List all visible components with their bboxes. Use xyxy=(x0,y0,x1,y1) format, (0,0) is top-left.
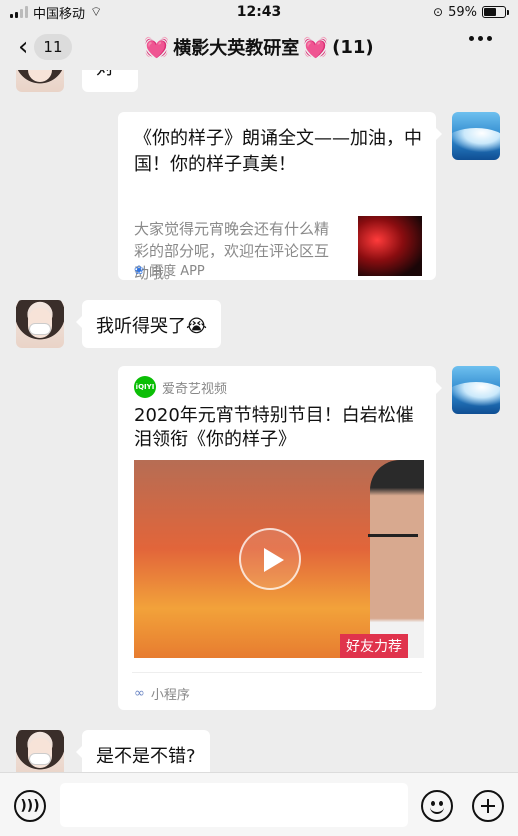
mini-program-card[interactable]: iQIYI 爱奇艺视频 2020年元宵节特别节目！白岩松催泪领衔《你的样子》 好… xyxy=(118,366,442,710)
battery-percent: 59% xyxy=(448,4,477,20)
emoji-icon[interactable] xyxy=(421,790,453,822)
baidu-paw-icon: ❀ xyxy=(134,262,145,277)
message-text: 对 xyxy=(96,70,114,79)
mini-program-label: ∞ 小程序 xyxy=(134,684,190,703)
message-text: 我听得哭了😭 xyxy=(96,316,208,337)
orientation-lock-icon: ⊙ xyxy=(433,5,444,19)
app-name: 爱奇艺视频 xyxy=(162,381,228,397)
clock: 12:43 xyxy=(236,4,282,20)
video-glasses xyxy=(368,534,418,542)
unread-count-badge: 11 xyxy=(34,34,72,60)
chat-header: ‹ 11 💓 横影大英教研室 💓 (11) xyxy=(0,24,518,70)
group-name: 横影大英教研室 xyxy=(173,38,300,59)
heart-icon: 💓 xyxy=(303,35,329,59)
card-title: 《你的样子》朗诵全文——加油，中国！你的样子真美！ xyxy=(134,128,422,175)
carrier-label: 中国移动 xyxy=(33,6,86,22)
chat-title: 💓 横影大英教研室 💓 (11) xyxy=(144,34,373,60)
app-source: iQIYI 爱奇艺视频 xyxy=(134,376,227,398)
battery-icon xyxy=(482,6,509,18)
footer-label: 小程序 xyxy=(150,688,190,703)
status-left: 中国移动 ⌔ xyxy=(10,3,102,22)
heart-icon: 💓 xyxy=(144,35,170,59)
divider xyxy=(132,672,422,673)
link-card[interactable]: 《你的样子》朗诵全文——加油，中国！你的样子真美！ 大家觉得元宵晚会还有什么精彩… xyxy=(118,112,442,282)
status-bar: 中国移动 ⌔ 12:43 ⊙ 59% xyxy=(0,0,518,24)
more-options-icon[interactable] xyxy=(469,36,492,41)
voice-input-icon[interactable]: ))) xyxy=(14,790,46,822)
card-thumbnail xyxy=(358,216,422,276)
add-more-icon[interactable] xyxy=(472,790,504,822)
avatar[interactable] xyxy=(452,366,500,414)
message-list[interactable]: 对 《你的样子》朗诵全文——加油，中国！你的样子真美！ 大家觉得元宵晚会还有什么… xyxy=(0,70,518,772)
card-source: ❀ 百度 APP xyxy=(134,260,205,280)
recommend-badge: 好友力荐 xyxy=(340,634,408,658)
chevron-left-icon: ‹ xyxy=(18,32,29,62)
avatar[interactable] xyxy=(16,730,64,772)
avatar[interactable] xyxy=(452,112,500,160)
message-bubble[interactable]: 是不是不错? xyxy=(76,730,210,772)
card-title: 2020年元宵节特别节目！白岩松催泪领衔《你的样子》 xyxy=(134,405,414,450)
iqiyi-logo-icon: iQIYI xyxy=(134,376,156,398)
mini-program-icon: ∞ xyxy=(134,686,145,701)
message-bubble[interactable]: 对 xyxy=(82,70,138,92)
wifi-icon: ⌔ xyxy=(90,5,103,20)
member-count: (11) xyxy=(332,36,374,58)
video-person xyxy=(370,460,424,658)
source-label: 百度 APP xyxy=(150,264,205,279)
video-thumbnail[interactable]: 好友力荐 xyxy=(134,460,424,658)
avatar[interactable] xyxy=(16,300,64,348)
back-button[interactable]: ‹ 11 xyxy=(18,34,72,60)
input-toolbar: ))) xyxy=(0,772,518,836)
avatar[interactable] xyxy=(16,70,64,92)
signal-icon xyxy=(10,6,28,18)
play-icon[interactable] xyxy=(239,528,301,590)
message-bubble[interactable]: 我听得哭了😭 xyxy=(75,300,222,348)
status-right: ⊙ 59% xyxy=(433,4,509,20)
message-input[interactable] xyxy=(60,783,408,827)
message-text: 是不是不错? xyxy=(96,746,196,767)
